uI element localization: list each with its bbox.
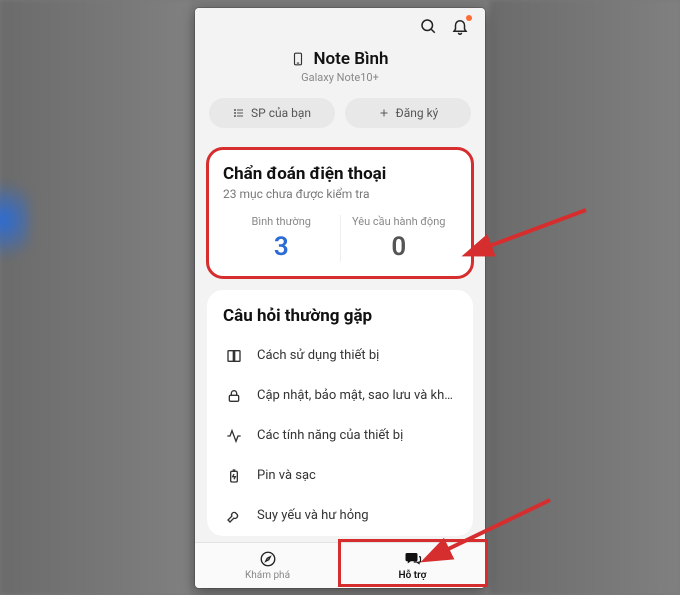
device-name: Note Bình [313, 49, 388, 69]
chat-icon [404, 550, 422, 568]
stat-normal-label: Bình thường [223, 215, 340, 228]
faq-card: Câu hỏi thường gặp Cách sử dụng thiết bị… [207, 290, 473, 536]
faq-item-label: Cách sử dụng thiết bị [257, 348, 455, 363]
search-icon[interactable] [419, 17, 437, 35]
notification-dot [466, 15, 472, 21]
faq-item-usage[interactable]: Cách sử dụng thiết bị [223, 336, 457, 376]
compass-icon [259, 550, 277, 568]
device-model: Galaxy Note10+ [195, 71, 485, 84]
faq-title: Câu hỏi thường gặp [223, 306, 457, 326]
notifications-icon[interactable] [451, 17, 469, 35]
battery-icon [225, 468, 243, 484]
diagnosis-subtitle: 23 mục chưa được kiểm tra [223, 187, 457, 201]
faq-item-features[interactable]: Các tính năng của thiết bị [223, 416, 457, 456]
your-products-label: SP của bạn [251, 106, 311, 120]
nav-support-label: Hỗ trợ [399, 570, 427, 581]
top-bar [195, 8, 485, 45]
faq-item-label: Pin và sạc [257, 468, 455, 483]
stat-normal-value: 3 [223, 232, 340, 262]
lock-icon [225, 388, 243, 404]
register-button[interactable]: Đăng ký [345, 98, 471, 128]
stage: Note Bình Galaxy Note10+ SP của bạn Đăng… [0, 0, 680, 595]
pill-row: SP của bạn Đăng ký [195, 92, 485, 142]
diagnosis-title: Chẩn đoán điện thoại [223, 164, 457, 184]
phone-frame: Note Bình Galaxy Note10+ SP của bạn Đăng… [195, 8, 485, 588]
diagnosis-stats: Bình thường 3 Yêu cầu hành động 0 [223, 215, 457, 262]
register-label: Đăng ký [396, 106, 439, 120]
faq-item-damage[interactable]: Suy yếu và hư hỏng [223, 496, 457, 536]
stat-action-value: 0 [341, 232, 458, 262]
plus-icon [378, 107, 390, 119]
device-name-text: Note Bình [313, 49, 388, 69]
background-blur-left [0, 0, 190, 595]
faq-item-battery[interactable]: Pin và sạc [223, 456, 457, 496]
diagnosis-card[interactable]: Chẩn đoán điện thoại 23 mục chưa được ki… [207, 148, 473, 278]
faq-item-label: Suy yếu và hư hỏng [257, 508, 455, 523]
activity-icon [225, 428, 243, 444]
your-products-button[interactable]: SP của bạn [209, 98, 335, 128]
list-icon [233, 107, 245, 119]
faq-item-security[interactable]: Cập nhật, bảo mật, sao lưu và khôi phục [223, 376, 457, 416]
stat-action-label: Yêu cầu hành động [341, 215, 458, 228]
nav-explore-label: Khám phá [245, 570, 290, 581]
stat-action: Yêu cầu hành động 0 [340, 215, 458, 262]
book-icon [225, 348, 243, 364]
device-header: Note Bình Galaxy Note10+ [195, 45, 485, 92]
phone-icon [291, 50, 305, 68]
nav-explore[interactable]: Khám phá [195, 543, 340, 588]
wrench-icon [225, 508, 243, 524]
stat-normal: Bình thường 3 [223, 215, 340, 262]
nav-support[interactable]: Hỗ trợ [340, 543, 485, 588]
faq-item-label: Cập nhật, bảo mật, sao lưu và khôi phục [257, 388, 455, 403]
background-blur-right [490, 0, 680, 595]
bottom-nav: Khám phá Hỗ trợ [195, 542, 485, 588]
faq-item-label: Các tính năng của thiết bị [257, 428, 455, 443]
